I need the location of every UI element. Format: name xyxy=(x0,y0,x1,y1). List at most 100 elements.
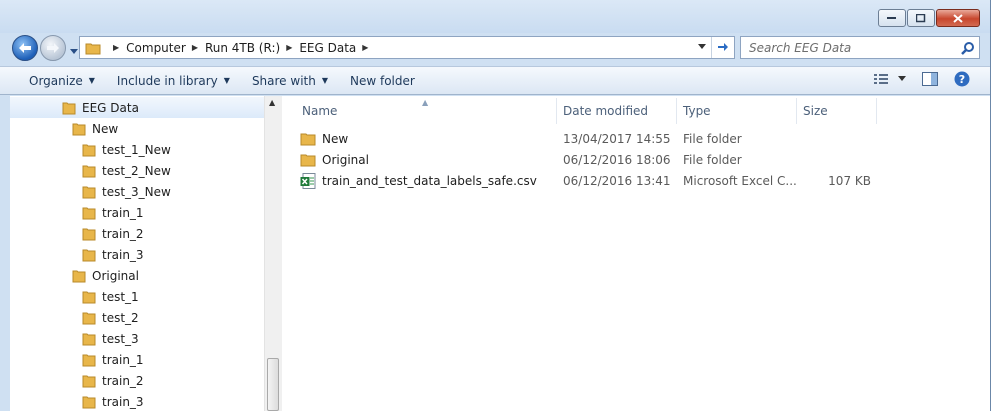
navigation-scrollbar[interactable]: ▲ xyxy=(264,96,282,411)
recent-pages-button[interactable] xyxy=(70,44,78,58)
view-controls: ? xyxy=(858,71,970,87)
include-in-library-button[interactable]: Include in library ▼ xyxy=(117,74,230,88)
help-button[interactable]: ? xyxy=(954,71,970,87)
tree-item-train-1-new[interactable]: train_1 xyxy=(82,202,144,223)
preview-pane-icon xyxy=(922,72,938,86)
tree-item-new[interactable]: New xyxy=(72,118,118,139)
tree-item-train-3-new[interactable]: train_3 xyxy=(82,244,144,265)
forward-button[interactable] xyxy=(40,35,66,61)
folder-icon xyxy=(82,354,96,366)
tree-item-test-3[interactable]: test_3 xyxy=(82,328,139,349)
maximize-button[interactable] xyxy=(907,9,935,27)
excel-file-icon xyxy=(300,172,316,189)
explorer-window: ▶ Computer ▶ Run 4TB (R:) ▶ EEG Data ▶ S… xyxy=(0,0,991,411)
share-with-label: Share with xyxy=(251,73,316,88)
tree-item-label: test_2_New xyxy=(102,163,171,178)
chevron-down-icon xyxy=(898,76,906,81)
organize-label: Organize xyxy=(29,73,83,88)
search-box xyxy=(740,36,980,59)
chevron-down-icon xyxy=(698,44,706,49)
tree-item-eeg-data[interactable]: EEG Data xyxy=(10,97,264,118)
folder-icon xyxy=(82,144,96,156)
file-name-cell: train_and_test_data_labels_safe.csv xyxy=(282,172,557,189)
column-header-date[interactable]: Date modified xyxy=(557,98,677,124)
folder-icon xyxy=(300,133,316,145)
breadcrumb-computer[interactable]: Computer xyxy=(126,41,186,55)
scrollbar-thumb[interactable] xyxy=(267,358,279,411)
close-button[interactable] xyxy=(936,9,980,27)
file-type: File folder xyxy=(683,131,742,146)
folder-icon xyxy=(82,207,96,219)
include-in-library-label: Include in library xyxy=(116,73,218,88)
breadcrumb-separator[interactable]: ▶ xyxy=(192,43,198,52)
column-header-type[interactable]: Type xyxy=(677,98,797,124)
share-with-button[interactable]: Share with ▼ xyxy=(252,74,328,88)
tree-item-label: test_3_New xyxy=(102,184,171,199)
file-name: train_and_test_data_labels_safe.csv xyxy=(322,173,537,188)
tree-item-train-1[interactable]: train_1 xyxy=(82,349,144,370)
window-controls xyxy=(877,9,980,27)
tree-item-test-3-new[interactable]: test_3_New xyxy=(82,181,171,202)
tree-item-train-3[interactable]: train_3 xyxy=(82,391,144,411)
file-row[interactable]: train_and_test_data_labels_safe.csv 06/1… xyxy=(282,170,877,191)
column-headers: ▲ Name Date modified Type Size xyxy=(282,98,882,124)
chevron-down-icon: ▼ xyxy=(223,76,230,85)
file-type: Microsoft Excel C... xyxy=(683,173,797,188)
folder-icon xyxy=(82,396,96,408)
back-button[interactable] xyxy=(12,35,38,61)
scroll-up-icon[interactable]: ▲ xyxy=(269,98,275,107)
title-bar[interactable] xyxy=(0,0,990,33)
folder-icon xyxy=(82,249,96,261)
breadcrumb-separator[interactable]: ▶ xyxy=(286,43,292,52)
breadcrumb-separator[interactable]: ▶ xyxy=(362,43,368,52)
tree-item-test-1-new[interactable]: test_1_New xyxy=(82,139,171,160)
column-size-label: Size xyxy=(803,104,828,118)
close-icon xyxy=(953,13,963,23)
tree-item-label: Original xyxy=(92,268,139,283)
column-date-label: Date modified xyxy=(563,104,649,118)
change-view-button[interactable] xyxy=(874,73,906,85)
folder-icon xyxy=(82,312,96,324)
tree-item-test-2[interactable]: test_2 xyxy=(82,307,139,328)
minimize-button[interactable] xyxy=(878,9,906,27)
folder-icon xyxy=(82,375,96,387)
folder-icon xyxy=(72,270,86,282)
organize-button[interactable]: Organize ▼ xyxy=(29,74,95,88)
chevron-down-icon: ▼ xyxy=(88,76,95,85)
file-row[interactable]: New 13/04/2017 14:55 File folder xyxy=(282,128,877,149)
help-icon: ? xyxy=(954,71,970,87)
address-history-button[interactable] xyxy=(693,43,711,52)
file-row[interactable]: Original 06/12/2016 18:06 File folder xyxy=(282,149,877,170)
sort-ascending-icon: ▲ xyxy=(422,98,429,107)
tree-item-original[interactable]: Original xyxy=(72,265,139,286)
tree-item-train-2[interactable]: train_2 xyxy=(82,370,144,391)
folder-icon xyxy=(300,154,316,166)
file-size: 107 KB xyxy=(828,173,871,188)
column-header-name[interactable]: Name xyxy=(282,98,557,124)
breadcrumb-drive[interactable]: Run 4TB (R:) xyxy=(205,41,280,55)
tree-item-test-2-new[interactable]: test_2_New xyxy=(82,160,171,181)
preview-pane-button[interactable] xyxy=(922,72,938,86)
folder-icon xyxy=(82,165,96,177)
breadcrumb-eeg-data[interactable]: EEG Data xyxy=(299,41,356,55)
search-input[interactable] xyxy=(747,39,957,56)
desktop-edge xyxy=(991,0,996,411)
tree-item-label: test_3 xyxy=(102,331,139,346)
tree-item-label: New xyxy=(92,121,119,136)
arrow-left-icon xyxy=(19,43,31,53)
tree-item-train-2-new[interactable]: train_2 xyxy=(82,223,144,244)
file-date: 06/12/2016 18:06 xyxy=(563,152,671,167)
tree-item-test-1[interactable]: test_1 xyxy=(82,286,139,307)
breadcrumb-separator[interactable]: ▶ xyxy=(113,43,119,52)
folder-icon xyxy=(82,333,96,345)
folder-icon xyxy=(72,123,86,135)
address-bar[interactable]: ▶ Computer ▶ Run 4TB (R:) ▶ EEG Data ▶ xyxy=(79,36,735,59)
address-row: ▶ Computer ▶ Run 4TB (R:) ▶ EEG Data ▶ xyxy=(0,33,990,63)
chevron-down-icon: ▼ xyxy=(321,76,328,85)
column-header-size[interactable]: Size xyxy=(797,98,877,124)
file-date: 13/04/2017 14:55 xyxy=(563,131,671,146)
tree-item-label: test_2 xyxy=(102,310,139,325)
new-folder-button[interactable]: New folder xyxy=(350,74,415,88)
search-icon[interactable] xyxy=(957,41,979,55)
refresh-button[interactable] xyxy=(711,37,734,58)
